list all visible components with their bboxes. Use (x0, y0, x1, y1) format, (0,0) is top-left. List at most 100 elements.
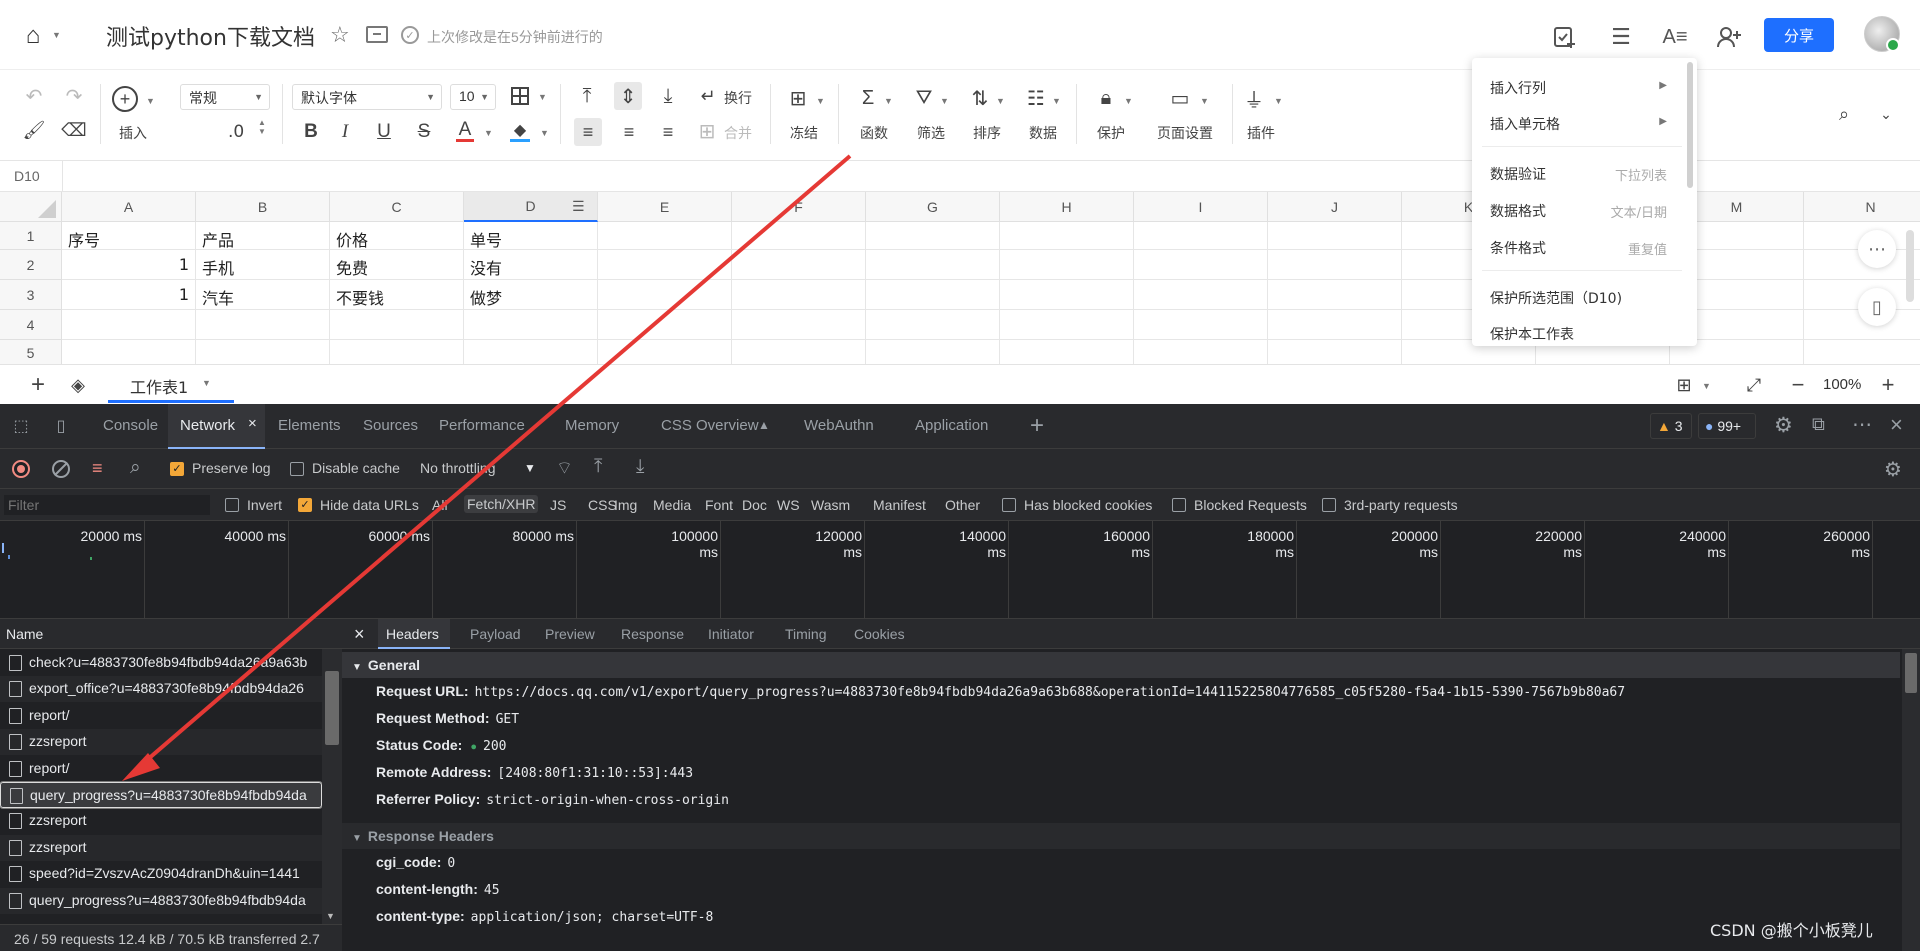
cell-c1[interactable]: 价格 (330, 222, 464, 250)
cell-b3[interactable]: 汽车 (196, 280, 330, 310)
import-har-icon[interactable]: ⤒ (594, 456, 602, 478)
merge-icon[interactable]: ⊞ (696, 120, 718, 143)
sort-label[interactable]: 排序 (973, 123, 1001, 143)
align-bottom-icon[interactable]: ⤓ (656, 84, 680, 108)
cell-j1[interactable] (1268, 222, 1402, 250)
menu-cond-format[interactable]: 条件格式 (1490, 238, 1546, 258)
menu-icon[interactable]: ☰ (1606, 22, 1636, 52)
cell-i1[interactable] (1134, 222, 1268, 250)
tab-response[interactable]: Response (621, 626, 684, 642)
cell-reference[interactable]: D10 (14, 168, 40, 184)
details-scrollbar[interactable] (1902, 649, 1920, 951)
filter-toggle-icon[interactable]: ≡ (92, 458, 103, 479)
cell-b4[interactable] (196, 310, 330, 340)
cell-a5[interactable] (62, 340, 196, 366)
cell-d2[interactable]: 没有 (464, 250, 598, 280)
request-row[interactable]: query_progress?u=4883730fe8b94fbdb94da (0, 781, 323, 809)
column-header-b[interactable]: B (196, 192, 330, 222)
wrap-label[interactable]: 换行 (724, 88, 752, 108)
request-row[interactable]: zzsreport (0, 808, 322, 834)
general-section-header[interactable]: ▼ General (342, 652, 1900, 678)
page-setup-label[interactable]: 页面设置 (1157, 123, 1213, 143)
eraser-icon[interactable]: ⌫ (61, 118, 86, 142)
cell-e1[interactable] (598, 222, 732, 250)
scroll-down-icon[interactable]: ▼ (326, 911, 335, 921)
select-all-corner[interactable] (0, 192, 62, 222)
request-row[interactable]: speed?id=ZvszvAcZ0904dranDh&uin=1441 (0, 861, 322, 887)
cell-f2[interactable] (732, 250, 866, 280)
type-filter-font[interactable]: Font (705, 497, 733, 513)
zoom-in-icon[interactable]: + (1876, 372, 1900, 397)
clear-icon[interactable] (52, 460, 70, 478)
redo-icon[interactable]: ↷ (62, 84, 86, 108)
name-column-header[interactable]: Name (0, 619, 342, 649)
disable-cache-checkbox[interactable] (290, 462, 304, 476)
cell-h2[interactable] (1000, 250, 1134, 280)
row-header-5[interactable]: 5 (0, 340, 62, 366)
underline-icon[interactable]: U (375, 121, 393, 142)
task-check-icon[interactable] (1550, 22, 1580, 52)
cell-h4[interactable] (1000, 310, 1134, 340)
cell-f4[interactable] (732, 310, 866, 340)
close-devtools-icon[interactable]: × (1890, 412, 1903, 438)
cell-g2[interactable] (866, 250, 1000, 280)
protect-label[interactable]: 保护 (1097, 123, 1125, 143)
add-tab-icon[interactable]: + (1030, 412, 1044, 440)
tab-preview[interactable]: Preview (545, 626, 595, 642)
cell-d5[interactable] (464, 340, 598, 366)
type-filter-other[interactable]: Other (945, 497, 980, 513)
tab-performance[interactable]: Performance (439, 417, 525, 434)
column-header-c[interactable]: C (330, 192, 464, 222)
menu-insert-row-col[interactable]: 插入行列 (1490, 78, 1546, 98)
throttling-select[interactable]: No throttling (420, 460, 495, 476)
cell-j5[interactable] (1268, 340, 1402, 366)
tab-sources[interactable]: Sources (363, 417, 418, 434)
menu-insert-cells[interactable]: 插入单元格 (1490, 114, 1560, 134)
blocked-requests-checkbox[interactable] (1172, 498, 1186, 512)
format-painter-icon[interactable]: 🖌 (22, 118, 46, 142)
cell-c3[interactable]: 不要钱 (330, 280, 464, 310)
cell-h1[interactable] (1000, 222, 1134, 250)
column-header-h[interactable]: H (1000, 192, 1134, 222)
invert-checkbox[interactable] (225, 498, 239, 512)
network-timeline[interactable]: 20000 ms 40000 ms 60000 ms 80000 ms 100000 m… (0, 521, 1920, 619)
folder-icon[interactable] (366, 26, 388, 43)
network-settings-icon[interactable]: ⚙ (1884, 457, 1902, 482)
vertical-scrollbar[interactable] (1906, 230, 1914, 302)
tab-webauthn[interactable]: WebAuthn (804, 417, 874, 434)
column-header-i[interactable]: I (1134, 192, 1268, 222)
text-format-icon[interactable]: A≡ (1660, 22, 1690, 52)
cell-e2[interactable] (598, 250, 732, 280)
type-filter-wasm[interactable]: Wasm (811, 497, 850, 513)
cell-a4[interactable] (62, 310, 196, 340)
column-filter-icon[interactable]: ☰ (572, 198, 585, 215)
cell-b2[interactable]: 手机 (196, 250, 330, 280)
decimal-button[interactable]: .0 (228, 122, 244, 142)
merge-label[interactable]: 合并 (724, 123, 752, 143)
font-size-select[interactable]: 10 ▼ (450, 84, 496, 110)
request-row[interactable]: query_progress?u=4883730fe8b94fbdb94da (0, 887, 322, 914)
function-label[interactable]: 函数 (860, 123, 888, 143)
type-filter-doc[interactable]: Doc (742, 497, 767, 513)
sort-icon[interactable]: ⇅ (968, 86, 992, 110)
column-header-a[interactable]: A (62, 192, 196, 222)
layers-icon[interactable]: ◈ (66, 373, 90, 397)
menu-protect-range[interactable]: 保护所选范围（D10) (1490, 288, 1622, 308)
export-har-icon[interactable]: ⤓ (636, 456, 644, 478)
cell-c2[interactable]: 免费 (330, 250, 464, 280)
type-filter-all[interactable]: All (432, 497, 448, 513)
cell-c5[interactable] (330, 340, 464, 366)
close-details-icon[interactable]: × (354, 624, 365, 645)
chevron-down-icon[interactable]: ▼ (52, 30, 61, 40)
plugin-label[interactable]: 插件 (1247, 123, 1275, 143)
cell-d3[interactable]: 做梦 (464, 280, 598, 310)
cell-f5[interactable] (732, 340, 866, 366)
cell-e5[interactable] (598, 340, 732, 366)
cell-e3[interactable] (598, 280, 732, 310)
cell-g3[interactable] (866, 280, 1000, 310)
search-icon[interactable]: ⌕ (130, 457, 141, 479)
type-filter-ws[interactable]: WS (777, 497, 800, 513)
cell-f1[interactable] (732, 222, 866, 250)
align-top-icon[interactable]: ⤒ (575, 84, 599, 108)
filter-icon[interactable]: ⛛ (912, 86, 936, 110)
